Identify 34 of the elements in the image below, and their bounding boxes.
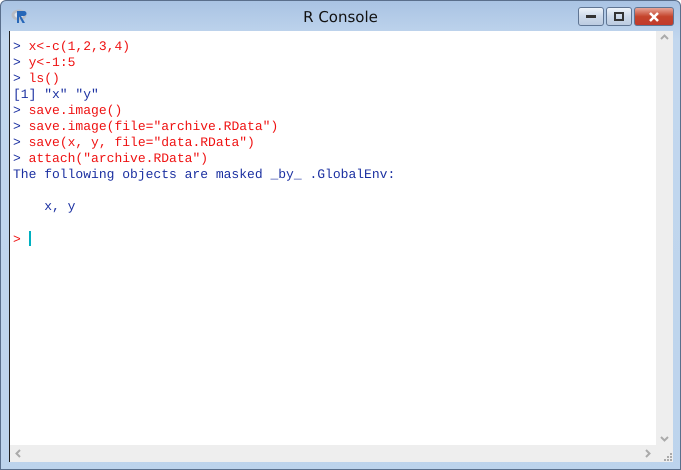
command-text: x<-c(1,2,3,4)	[28, 39, 130, 54]
command-text: save.image(file="archive.RData")	[28, 119, 278, 134]
scroll-right-icon[interactable]	[643, 449, 652, 458]
command-text: attach("archive.RData")	[28, 151, 208, 166]
close-button[interactable]	[634, 7, 674, 26]
scroll-left-icon[interactable]	[14, 449, 23, 458]
prompt-symbol: >	[13, 103, 21, 118]
scroll-down-icon[interactable]	[660, 434, 669, 443]
output-text: x, y	[43, 199, 76, 214]
prompt-symbol: >	[13, 55, 21, 70]
prompt-symbol: >	[13, 135, 21, 150]
prompt-symbol: >	[13, 39, 21, 54]
prompt-symbol: >	[13, 232, 21, 247]
horizontal-scrollbar[interactable]	[10, 445, 656, 462]
vertical-scrollbar[interactable]	[656, 31, 673, 445]
r-logo-icon	[11, 8, 29, 24]
resize-grip-icon[interactable]	[663, 452, 673, 462]
output-text: [1] "x" "y"	[13, 87, 99, 102]
command-text: y<-1:5	[28, 55, 76, 70]
prompt-symbol: >	[13, 71, 21, 86]
window-title: R Console	[302, 8, 379, 26]
close-icon	[648, 12, 660, 22]
command-text: save.image()	[28, 103, 122, 118]
prompt-symbol: >	[13, 119, 21, 134]
command-text: ls()	[28, 71, 60, 86]
scroll-up-icon[interactable]	[660, 33, 669, 42]
maximize-icon	[614, 12, 624, 21]
output-text: The following objects are masked _by_ .GlobalEnv:	[13, 167, 396, 182]
maximize-button[interactable]	[606, 7, 632, 26]
text-cursor	[28, 231, 31, 246]
command-text: save(x, y, file="data.RData")	[28, 135, 255, 150]
minimize-button[interactable]	[578, 7, 604, 26]
minimize-icon	[586, 14, 596, 18]
prompt-symbol: >	[13, 151, 21, 166]
